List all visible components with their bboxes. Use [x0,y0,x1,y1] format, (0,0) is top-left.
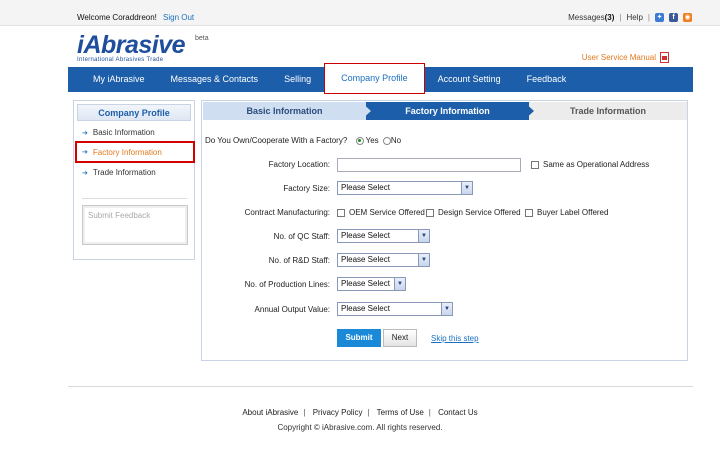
nav-company-profile[interactable]: Company Profile [324,62,425,94]
annual-output-select[interactable]: Please Select ▼ [337,302,453,316]
nav-messages-contacts[interactable]: Messages & Contacts [158,67,272,92]
facebook-icon[interactable]: f [669,13,678,22]
rss-icon[interactable]: ◉ [683,13,692,22]
radio-no[interactable] [382,136,391,145]
footer-privacy-link[interactable]: Privacy Policy [313,408,363,417]
step-chevron [524,102,534,120]
sign-out-link[interactable]: Sign Out [163,13,194,22]
sidebar-title: Company Profile [77,104,191,121]
main-nav: My iAbrasive Messages & Contacts Selling… [68,62,693,94]
qc-staff-label: No. of QC Staff: [273,232,330,241]
contract-manufacturing-label: Contract Manufacturing: [244,208,330,217]
factory-size-label: Factory Size: [283,184,330,193]
sidebar-item-trade-information[interactable]: ➔ Trade Information [82,168,156,177]
factory-location-label: Factory Location: [268,160,330,169]
factory-size-select[interactable]: Please Select ▼ [337,181,473,195]
logo-wordmark: iAbrasive [77,31,186,59]
nav-account-setting[interactable]: Account Setting [425,67,514,92]
design-service-option[interactable]: Design Service Offered [426,208,521,217]
oem-service-option[interactable]: OEM Service Offered [337,208,425,217]
rd-staff-select[interactable]: Please Select ▼ [337,253,430,267]
production-lines-label: No. of Production Lines: [244,280,330,289]
pdf-icon [660,52,669,63]
step-basic-information[interactable]: Basic Information [203,102,366,120]
user-service-manual-link[interactable]: User Service Manual [582,52,669,63]
chevron-down-icon: ▼ [461,182,472,194]
chevron-down-icon: ▼ [418,254,429,266]
chevron-down-icon: ▼ [418,230,429,242]
next-button[interactable]: Next [383,329,417,347]
own-factory-label: Do You Own/Cooperate With a Factory? [205,136,348,145]
welcome-text: Welcome Coraddreon! [77,13,157,22]
footer-links: About iAbrasive | Privacy Policy | Terms o… [242,408,478,417]
submit-feedback-textarea[interactable]: Submit Feedback [82,205,188,245]
footer-about-link[interactable]: About iAbrasive [242,408,298,417]
step-chevron [361,102,371,120]
help-link[interactable]: Help [626,13,642,22]
top-bar: Welcome Coraddreon! Sign Out Messages(3)… [0,0,720,26]
nav-selling[interactable]: Selling [271,67,324,92]
own-factory-yes-option[interactable]: Yes [355,136,379,145]
buyer-label-checkbox[interactable] [525,208,533,217]
footer-terms-link[interactable]: Terms of Use [377,408,424,417]
sidebar-item-label: Factory Information [92,147,162,157]
arrow-right-icon: ➔ [82,129,88,137]
top-right-links: Messages(3) | Help | ✦ f ◉ [568,13,692,22]
nav-my-iabrasive[interactable]: My iAbrasive [68,67,158,92]
step-factory-information: Factory Information [366,102,529,120]
sidebar-item-basic-information[interactable]: ➔ Basic Information [82,128,155,137]
radio-yes[interactable] [355,136,364,145]
chevron-down-icon: ▼ [441,303,452,315]
same-as-operational-checkbox[interactable] [531,160,539,169]
sidebar-item-label: Basic Information [92,128,155,137]
messages-link[interactable]: Messages(3) [568,13,614,22]
beta-badge: beta [195,35,209,42]
footer-divider [68,386,693,387]
own-factory-row: Do You Own/Cooperate With a Factory? Yes… [205,136,401,145]
own-factory-no-option[interactable]: No [382,136,401,145]
nav-feedback[interactable]: Feedback [514,67,580,92]
design-service-checkbox[interactable] [426,208,434,217]
annual-output-label: Annual Output Value: [254,305,330,314]
submit-button[interactable]: Submit [337,329,381,347]
progress-steps: Basic Information Factory Information Tr… [203,102,687,120]
chevron-down-icon: ▼ [394,278,405,290]
production-lines-select[interactable]: Please Select ▼ [337,277,406,291]
rd-staff-label: No. of R&D Staff: [268,256,330,265]
sidebar-item-label: Trade Information [92,168,156,177]
footer-contact-link[interactable]: Contact Us [438,408,478,417]
delicious-icon[interactable]: ✦ [655,13,664,22]
messages-count: (3) [604,13,615,22]
user-service-manual-label: User Service Manual [581,53,656,62]
buyer-label-option[interactable]: Buyer Label Offered [525,208,608,217]
qc-staff-select[interactable]: Please Select ▼ [337,229,430,243]
arrow-right-icon: ➔ [82,149,88,156]
skip-step-link[interactable]: Skip this step [431,334,479,343]
copyright-text: Copyright © iAbrasive.com. All rights re… [277,423,443,432]
same-as-operational-option[interactable]: Same as Operational Address [531,160,649,169]
sidebar: Company Profile ➔ Basic Information ➔ Fa… [73,100,195,260]
arrow-right-icon: ➔ [82,169,88,177]
site-logo[interactable]: iAbrasive beta International Abrasives T… [77,31,209,63]
oem-service-checkbox[interactable] [337,208,345,217]
sidebar-item-factory-information[interactable]: ➔ Factory Information [75,141,195,163]
step-trade-information[interactable]: Trade Information [529,102,687,120]
sidebar-divider [82,198,187,199]
factory-location-input[interactable] [337,158,521,172]
